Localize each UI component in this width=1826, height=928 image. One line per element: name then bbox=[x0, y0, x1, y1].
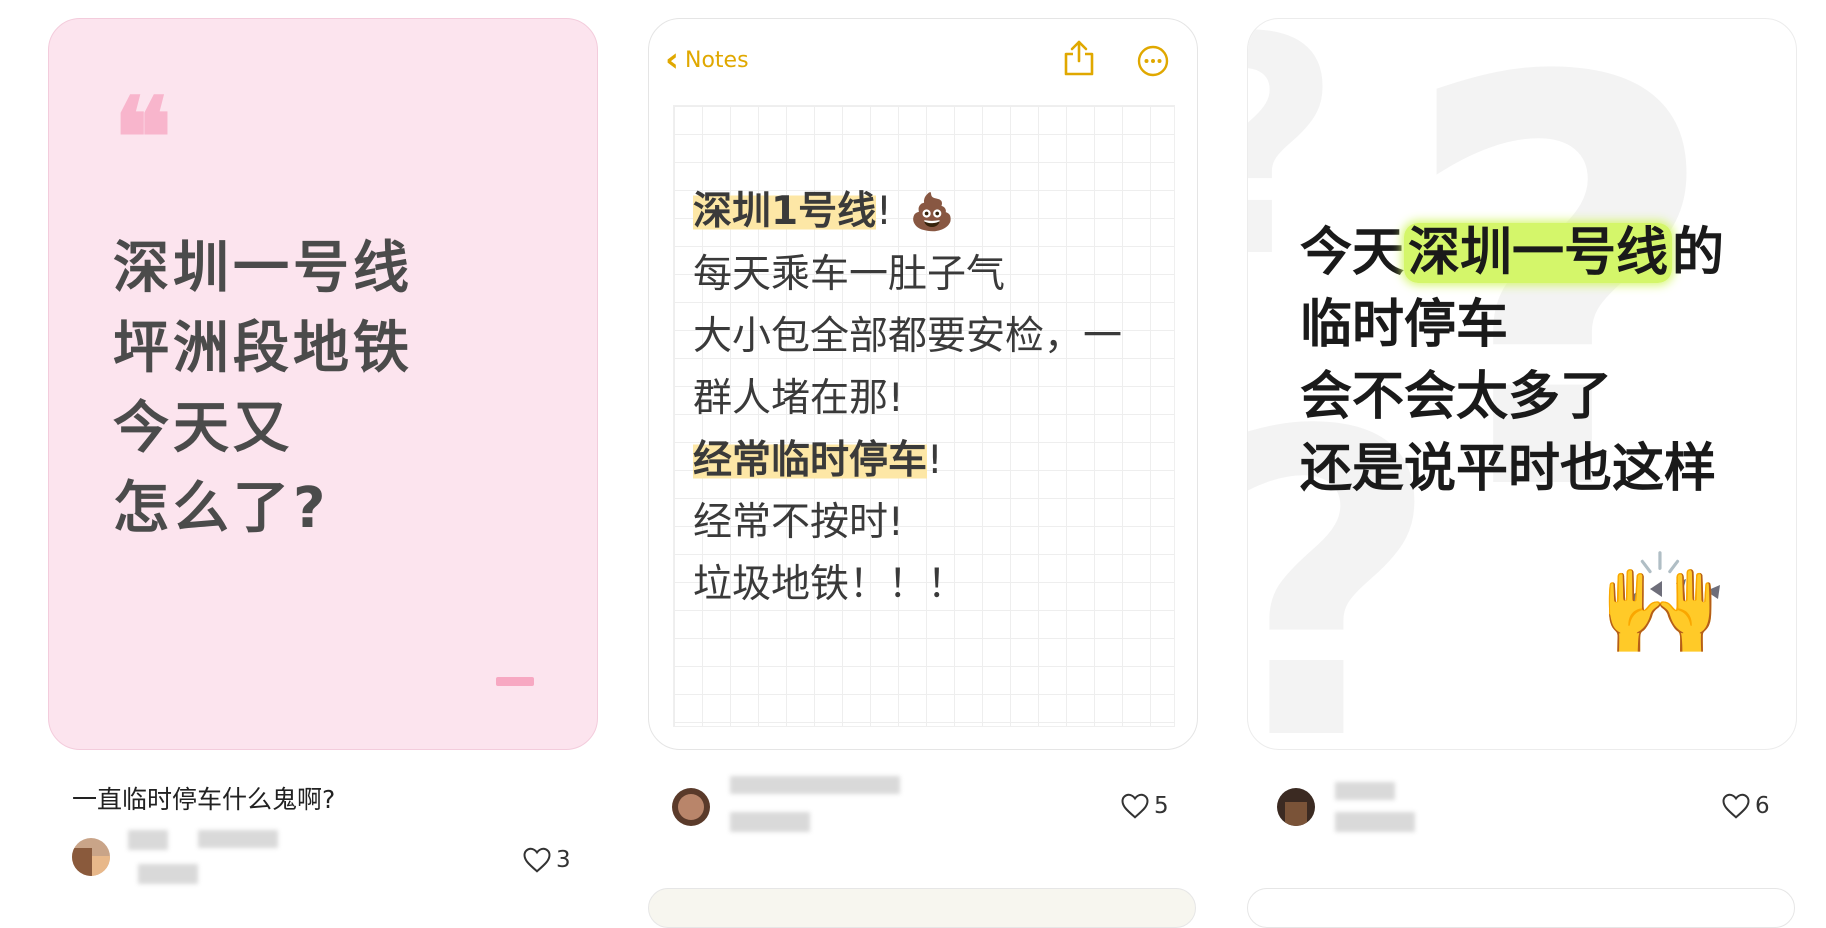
user-meta-redacted bbox=[1335, 812, 1415, 832]
note-title-suffix: ! bbox=[876, 189, 892, 234]
cover-text: 今天深圳一号线的 临时停车 会不会太多了 还是说平时也这样 bbox=[1300, 217, 1724, 505]
cover-text: 深圳一号线 坪洲段地铁 今天又 怎么了? bbox=[113, 229, 413, 549]
quote-icon: ❝ bbox=[113, 73, 173, 202]
poop-emoji-icon: 💩 bbox=[909, 192, 955, 233]
avatar[interactable] bbox=[1277, 788, 1315, 826]
like-button[interactable]: 3 bbox=[522, 846, 571, 874]
cover-line: 深圳一号线 bbox=[113, 236, 413, 301]
note-highlight-line: 经常临时停车! bbox=[693, 430, 1122, 492]
avatar[interactable] bbox=[672, 788, 710, 826]
raising-hands-emoji-icon: 🙌 bbox=[1598, 545, 1723, 662]
note-line: 垃圾地铁！！！ bbox=[693, 562, 967, 607]
cover-line-pre: 今天 bbox=[1300, 223, 1405, 283]
username-redacted[interactable] bbox=[730, 776, 900, 794]
note-text: 深圳1号线! 💩 每天乘车一肚子气 大小包全部都要安检，一 群人堵在那! 经常临时… bbox=[693, 181, 1122, 616]
note-highlight: 经常临时停车 bbox=[693, 438, 928, 483]
post-card-3[interactable]: ? ? ? 今天深圳一号线的 临时停车 会不会太多了 还是说平时也这样 🙌 6 bbox=[1247, 0, 1799, 928]
like-button[interactable]: 5 bbox=[1120, 792, 1169, 820]
cover-line: 今天深圳一号线的 bbox=[1300, 217, 1724, 289]
note-highlight-suffix: ! bbox=[927, 438, 943, 483]
cover-line: 还是说平时也这样 bbox=[1300, 439, 1717, 499]
user-meta-redacted bbox=[138, 864, 198, 884]
username-redacted[interactable] bbox=[1335, 782, 1395, 800]
share-icon[interactable] bbox=[1061, 39, 1097, 77]
post-title[interactable]: 一直临时停车什么鬼啊? bbox=[72, 780, 335, 816]
username-redacted[interactable] bbox=[128, 830, 168, 850]
post-cover-3[interactable]: ? ? ? 今天深圳一号线的 临时停车 会不会太多了 还是说平时也这样 🙌 bbox=[1247, 18, 1797, 750]
note-line: 大小包全部都要安检，一 bbox=[693, 314, 1123, 359]
like-count: 3 bbox=[556, 847, 571, 873]
like-count: 6 bbox=[1755, 793, 1770, 819]
note-line: 每天乘车一肚子气 bbox=[693, 252, 1006, 297]
avatar[interactable] bbox=[72, 838, 110, 876]
cover-line-post: 的 bbox=[1672, 223, 1725, 283]
cover-line: 临时停车 bbox=[1300, 295, 1509, 355]
note-title: 深圳1号线 bbox=[693, 189, 877, 234]
next-post-card-peek[interactable] bbox=[648, 888, 1196, 928]
note-line: 经常不按时! bbox=[693, 500, 904, 545]
notes-back-button[interactable]: ‹ Notes bbox=[665, 43, 749, 77]
username-redacted bbox=[198, 830, 278, 848]
post-cover-2[interactable]: ‹ Notes 深圳1号线! 💩 每天乘车一肚子气 大小包全部都要安检，一 群人堵… bbox=[648, 18, 1198, 750]
cover-line: 怎么了? bbox=[113, 476, 330, 541]
cover-line: 今天又 bbox=[113, 396, 293, 461]
next-post-card-peek[interactable] bbox=[1247, 888, 1795, 928]
heart-icon bbox=[523, 847, 551, 873]
cover-line: 坪洲段地铁 bbox=[113, 316, 413, 381]
more-icon[interactable] bbox=[1137, 45, 1169, 77]
heart-icon bbox=[1722, 793, 1750, 819]
like-button[interactable]: 6 bbox=[1721, 792, 1770, 820]
post-card-2[interactable]: ‹ Notes 深圳1号线! 💩 每天乘车一肚子气 大小包全部都要安检，一 群人堵… bbox=[648, 0, 1200, 928]
chevron-left-icon: ‹ bbox=[665, 40, 680, 80]
like-count: 5 bbox=[1154, 793, 1169, 819]
post-card-1[interactable]: ❝ 深圳一号线 坪洲段地铁 今天又 怎么了? 一直临时停车什么鬼啊? 3 bbox=[48, 0, 600, 904]
post-cover-1[interactable]: ❝ 深圳一号线 坪洲段地铁 今天又 怎么了? bbox=[48, 18, 598, 750]
decorative-dash bbox=[496, 677, 534, 686]
note-line: 群人堵在那! bbox=[693, 376, 904, 421]
user-meta-redacted bbox=[730, 812, 810, 832]
notes-back-label: Notes bbox=[685, 47, 749, 73]
heart-icon bbox=[1121, 793, 1149, 819]
cover-line: 会不会太多了 bbox=[1300, 367, 1613, 427]
cover-highlight: 深圳一号线 bbox=[1404, 223, 1673, 283]
note-title-line: 深圳1号线! 💩 bbox=[693, 181, 1122, 244]
